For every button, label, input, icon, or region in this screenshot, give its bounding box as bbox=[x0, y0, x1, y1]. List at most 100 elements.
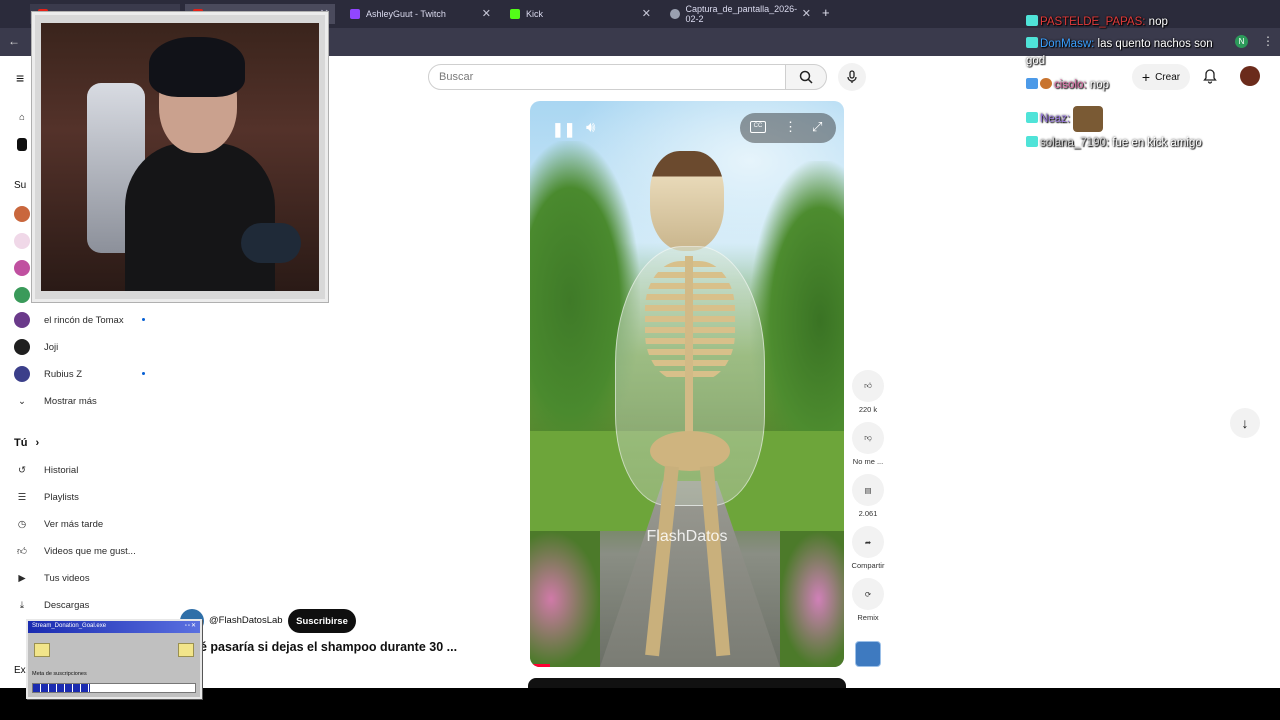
chat-message: PASTELDE_PAPAS: nop bbox=[1026, 15, 1168, 28]
hamburger-menu-icon[interactable]: ≡ bbox=[16, 70, 24, 86]
close-icon[interactable]: ✕ bbox=[482, 7, 491, 20]
subscription-label: el rincón de Tomax bbox=[44, 314, 124, 326]
sidebar-item-watch-later[interactable]: ◷ Ver más tarde bbox=[14, 512, 154, 536]
chat-username: cisolo: bbox=[1054, 79, 1087, 91]
subscription-avatar[interactable] bbox=[14, 260, 30, 276]
sidebar-item-your-videos[interactable]: ▶ Tus videos bbox=[14, 566, 154, 590]
share-button[interactable]: ➦ Compartir bbox=[848, 526, 888, 570]
sidebar-subscription-rubius[interactable]: Rubius Z bbox=[14, 362, 154, 386]
profile-icon[interactable]: N bbox=[1235, 35, 1248, 48]
chat-username: solana_7190: bbox=[1040, 137, 1110, 149]
menu-icon[interactable]: ⋮ bbox=[1262, 34, 1274, 48]
subscriptions-heading[interactable]: Su bbox=[14, 180, 26, 191]
sidebar-subscription-joji[interactable]: Joji bbox=[14, 335, 154, 359]
thumbs-up-icon: 👍︎ bbox=[852, 370, 884, 402]
chat-emote bbox=[1073, 106, 1104, 132]
sidebar-item-label: Playlists bbox=[44, 491, 79, 503]
chat-message-continued: god bbox=[1026, 55, 1045, 67]
close-icon[interactable]: ✕ bbox=[642, 7, 651, 20]
avatar bbox=[14, 339, 30, 355]
next-video-button[interactable]: ↓ bbox=[1230, 408, 1260, 438]
create-button[interactable]: + Crear bbox=[1132, 64, 1190, 90]
chat-message: solana_7190: fue en kick amigo bbox=[1026, 136, 1202, 149]
next-video-preview[interactable] bbox=[528, 678, 846, 688]
donation-title: Stream_Donation_Goal.exe bbox=[32, 623, 107, 629]
spine bbox=[685, 256, 693, 456]
subscription-label: Rubius Z bbox=[44, 368, 83, 380]
subscribe-button[interactable]: Suscribirse bbox=[288, 609, 356, 633]
remix-icon: ⟳ bbox=[852, 578, 884, 610]
comments-button[interactable]: ▤ 2.061 bbox=[852, 474, 884, 518]
video-control-pill: CC ⋮ ⤢ bbox=[740, 113, 836, 143]
create-label: Crear bbox=[1155, 71, 1181, 83]
chat-text: fue en kick amigo bbox=[1112, 137, 1202, 149]
sidebar-item-history[interactable]: ↺ Historial bbox=[14, 458, 154, 482]
download-icon: ⤓ bbox=[19, 599, 25, 611]
explore-heading[interactable]: Ex bbox=[14, 665, 26, 676]
subscription-label: Joji bbox=[44, 341, 59, 353]
notifications-button[interactable] bbox=[1202, 68, 1218, 89]
history-icon: ↺ bbox=[18, 464, 26, 476]
you-heading[interactable]: Tú › bbox=[14, 437, 39, 449]
sidebar-item-downloads[interactable]: ⤓ Descargas bbox=[14, 593, 154, 617]
chat-badge-icon bbox=[1026, 78, 1038, 89]
search-input[interactable]: Buscar bbox=[428, 64, 786, 90]
dislike-button[interactable]: 👎︎ No me ... bbox=[848, 422, 888, 466]
thumbs-down-icon: 👎︎ bbox=[852, 422, 884, 454]
account-avatar[interactable] bbox=[1240, 66, 1260, 86]
kick-icon bbox=[510, 9, 520, 19]
comment-icon: ▤ bbox=[852, 474, 884, 506]
webcam-overlay bbox=[32, 12, 328, 302]
close-icon[interactable]: ✕ bbox=[802, 7, 811, 20]
like-button[interactable]: 👍︎ 220 k bbox=[852, 370, 884, 414]
globe-icon bbox=[670, 9, 680, 19]
back-arrow-icon[interactable]: ← bbox=[8, 34, 20, 48]
sidebar-show-more[interactable]: ⌄ Mostrar más bbox=[14, 389, 154, 413]
pause-icon[interactable]: ❚❚ bbox=[552, 121, 575, 138]
browser-tab-twitch[interactable]: AshleyGuut - Twitch ✕ bbox=[342, 4, 497, 24]
chat-username: DonMasw: bbox=[1040, 38, 1095, 50]
video-progress[interactable] bbox=[530, 664, 550, 667]
more-options-icon[interactable]: ⋮ bbox=[784, 119, 797, 135]
skull-figure bbox=[650, 151, 724, 251]
share-icon: ➦ bbox=[852, 526, 884, 558]
audio-track-thumbnail[interactable] bbox=[855, 641, 881, 667]
sidebar-item-liked[interactable]: 👍︎ Videos que me gust... bbox=[14, 539, 154, 563]
window-controls-icon: ▫▫✕ bbox=[184, 623, 197, 629]
subscription-avatar[interactable] bbox=[14, 233, 30, 249]
voice-search-button[interactable] bbox=[838, 63, 866, 91]
browser-tab-captura[interactable]: Captura_de_pantalla_2026-02-2 ✕ bbox=[662, 4, 817, 24]
search-button[interactable] bbox=[785, 64, 827, 90]
shorts-icon bbox=[14, 136, 30, 152]
tab-label: Kick bbox=[526, 9, 544, 19]
chat-badge-icon bbox=[1026, 37, 1038, 48]
new-tab-button[interactable]: + bbox=[822, 5, 830, 20]
shorts-video-player[interactable]: ❚❚ 🔊︎ bbox=[530, 101, 844, 667]
sidebar-item-playlists[interactable]: ☰ Playlists bbox=[14, 485, 154, 509]
chat-text: nop bbox=[1089, 79, 1109, 91]
microphone-icon bbox=[847, 70, 857, 83]
search-placeholder: Buscar bbox=[439, 71, 474, 83]
chat-text: las quento nachos son bbox=[1097, 38, 1213, 50]
home-icon: ⌂ bbox=[19, 111, 25, 123]
chat-badge-icon bbox=[1026, 15, 1038, 26]
sidebar-item-label: Tus videos bbox=[44, 572, 90, 584]
sidebar-subscription-tomax[interactable]: el rincón de Tomax bbox=[14, 308, 154, 332]
channel-handle[interactable]: @FlashDatosLab bbox=[209, 615, 283, 626]
playlist-icon: ☰ bbox=[17, 491, 27, 503]
browser-tab-kick[interactable]: Kick ✕ bbox=[502, 4, 657, 24]
captions-icon[interactable]: CC bbox=[750, 121, 766, 133]
subscription-avatar[interactable] bbox=[14, 287, 30, 303]
volume-icon[interactable]: 🔊︎ bbox=[586, 119, 595, 136]
bell-icon bbox=[1203, 69, 1217, 84]
remix-button[interactable]: ⟳ Remix bbox=[852, 578, 884, 622]
clock-icon: ◷ bbox=[17, 518, 27, 530]
fullscreen-icon[interactable]: ⤢ bbox=[812, 119, 822, 135]
chat-badge-icon bbox=[1040, 78, 1052, 89]
sidebar-item-label: Historial bbox=[44, 464, 79, 476]
pelvis bbox=[650, 431, 730, 471]
live-indicator bbox=[142, 318, 145, 321]
like-count: 220 k bbox=[858, 405, 878, 414]
donation-goal-widget: Stream_Donation_Goal.exe ▫▫✕ Meta de sus… bbox=[26, 619, 202, 699]
subscription-avatar[interactable] bbox=[14, 206, 30, 222]
